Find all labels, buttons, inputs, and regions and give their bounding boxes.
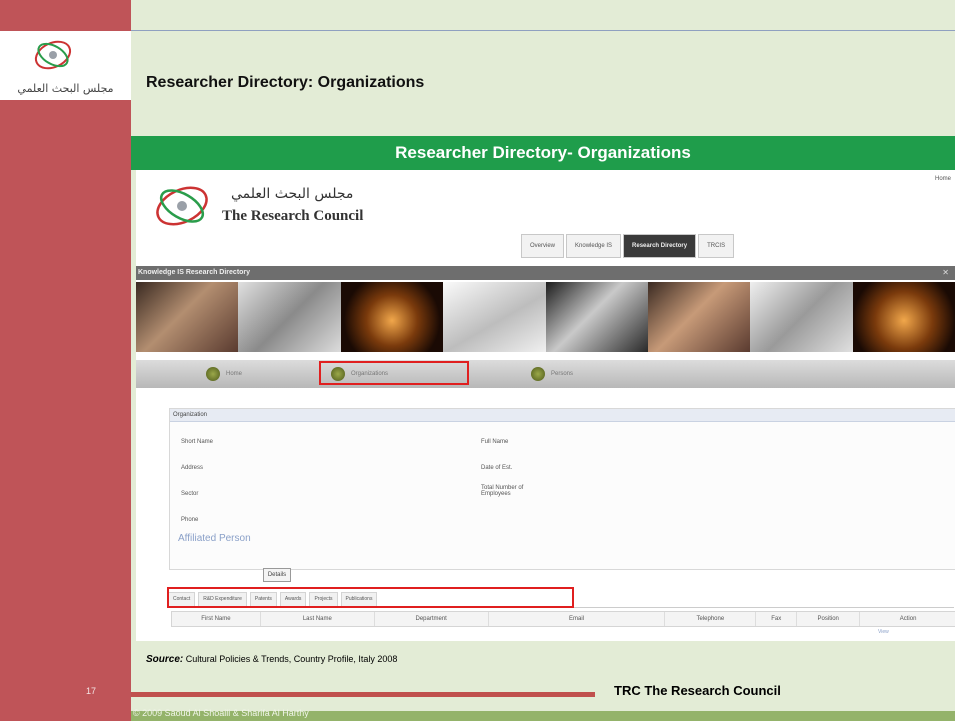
tab-knowledge-is[interactable]: Knowledge IS [566,234,622,258]
banner-photo [238,282,341,352]
portal-nav-tabs: Overview Knowledge IS Research Directory… [521,234,735,258]
menu-home[interactable]: Home [206,365,242,383]
logo-orbit-icon [34,40,72,70]
logo-arabic-text: مجلس البحث العلمي [17,82,114,95]
portlet-close-icon[interactable]: ✕ [942,268,949,277]
col-email[interactable]: Email [489,612,666,626]
banner-photo [443,282,546,352]
source-label: Source: [146,654,184,665]
photo-banner [136,282,955,352]
details-button[interactable]: Details [263,568,291,582]
col-action[interactable]: Action [860,612,955,626]
organization-panel: Organization Short Name Full Name Addres… [169,408,955,570]
portal-logo-icon [156,186,208,226]
footer-red-line [131,692,595,697]
col-position[interactable]: Position [797,612,861,626]
menu-persons[interactable]: Persons [531,365,573,383]
col-first-name[interactable]: First Name [172,612,261,626]
slide-title: Researcher Directory: Organizations [146,74,425,91]
grid-view-link[interactable]: View [878,629,889,635]
banner-photo [340,282,444,352]
page-number: 17 [86,686,97,696]
home-link[interactable]: Home [935,176,951,182]
banner-photo [136,282,239,352]
banner-photo [852,282,955,352]
persons-icon [531,367,545,381]
field-sector: Sector [181,491,199,497]
col-telephone[interactable]: Telephone [665,612,757,626]
menu-home-label: Home [226,371,243,377]
copyright-notice: © 2009 Saoud Al Shoaili & Sharifa Al Har… [133,708,309,718]
field-date-est: Date of Est. [481,465,513,471]
col-fax[interactable]: Fax [756,612,798,626]
portlet-title: Knowledge IS Research Directory [138,269,251,276]
directory-menu-bar: Home Organizations Persons [136,360,955,388]
field-short-name: Short Name [181,439,214,445]
footer-organization: TRC The Research Council [614,683,781,698]
section-banner: Researcher Directory- Organizations [131,136,955,170]
banner-photo [750,282,853,352]
tab-research-directory[interactable]: Research Directory [623,234,697,258]
top-divider [131,30,955,31]
left-red-bar [0,0,131,721]
portal-logo-arabic: مجلس البحث العلمي [231,186,354,202]
col-last-name[interactable]: Last Name [261,612,375,626]
subtabs-highlight-box [167,587,574,608]
tab-overview[interactable]: Overview [521,234,565,258]
source-citation: Source: Cultural Policies & Trends, Coun… [146,654,397,665]
trc-logo: مجلس البحث العلمي [0,31,131,100]
organization-panel-header: Organization [170,409,955,422]
affiliated-person-heading: Affiliated Person [178,533,251,544]
banner-photo [545,282,648,352]
field-phone: Phone [181,517,199,523]
portlet-title-bar: Knowledge IS Research Directory ✕ [136,266,955,280]
home-icon [206,367,220,381]
banner-photo [647,282,751,352]
menu-persons-label: Persons [551,371,574,377]
portal-screenshot: مجلس البحث العلمي The Research Council H… [136,170,955,641]
contact-grid-header: First Name Last Name Department Email Te… [171,611,955,627]
col-department[interactable]: Department [375,612,489,626]
field-total-employees: Total Number of Employees [481,485,524,497]
field-address: Address [181,465,204,471]
portal-logo-english: The Research Council [222,208,364,224]
source-text: Cultural Policies & Trends, Country Prof… [185,654,398,664]
field-full-name: Full Name [481,439,509,445]
tab-trcis[interactable]: TRCIS [698,234,735,258]
organizations-highlight-box [319,361,469,385]
